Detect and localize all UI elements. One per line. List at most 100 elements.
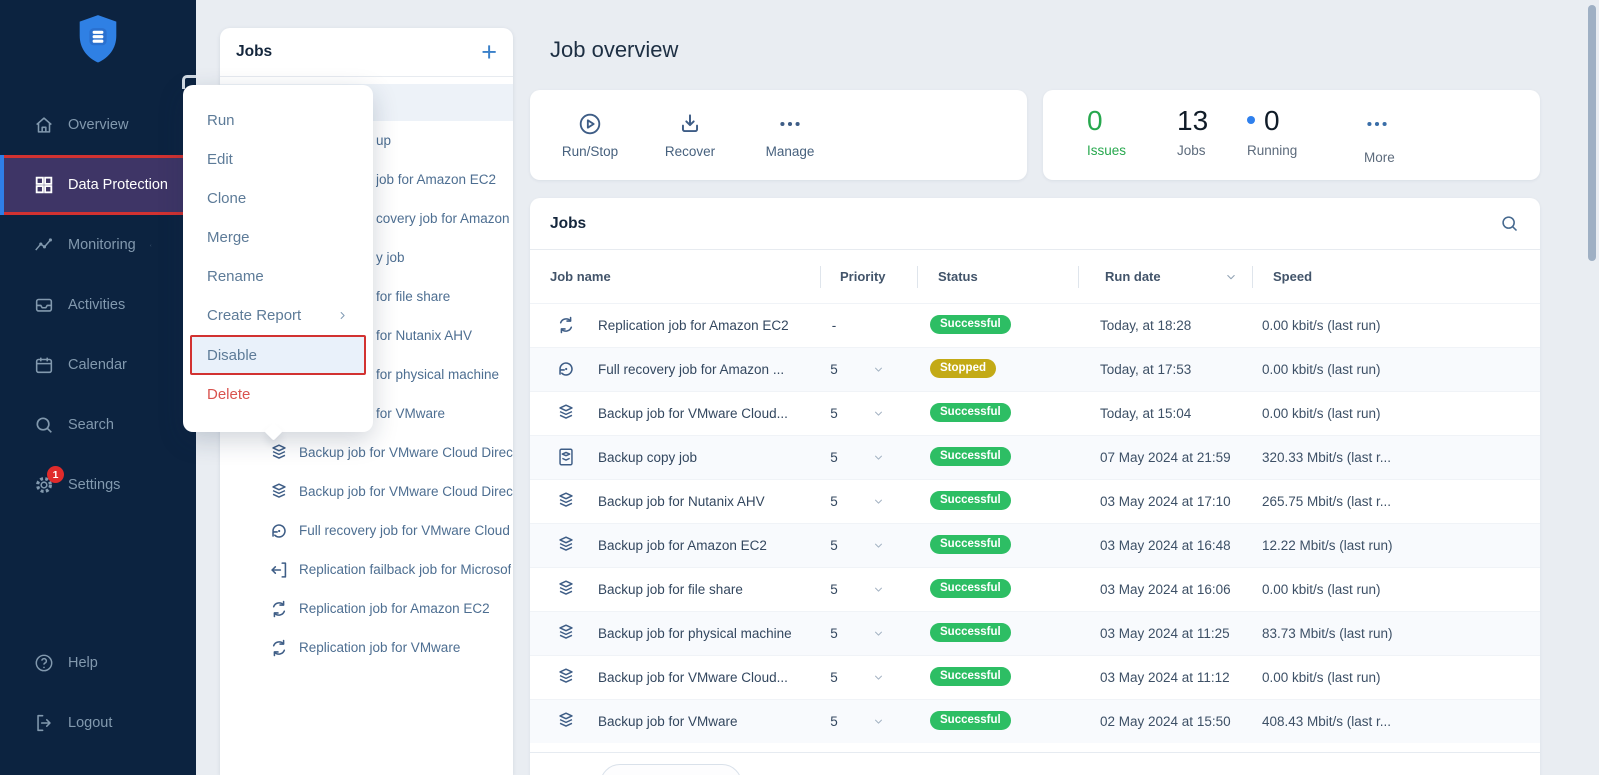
status-badge: Successful	[930, 491, 1011, 510]
menu-item-label: Rename	[207, 268, 264, 285]
backup-job-icon	[555, 622, 577, 644]
table-row[interactable]: Backup job for physical machine 5 Succes…	[530, 611, 1540, 655]
load-more-button[interactable]	[600, 764, 742, 775]
menu-item-create-report[interactable]: Create Report	[183, 296, 373, 335]
failback-job-icon	[268, 559, 290, 581]
sidebar-item-activities[interactable]: Activities	[0, 275, 196, 335]
ellipsis-icon[interactable]	[1364, 111, 1390, 137]
table-row[interactable]: Backup job for VMware Cloud... 5 Success…	[530, 655, 1540, 699]
recovery-job-icon	[268, 520, 290, 542]
app-logo	[0, 13, 196, 69]
replication-job-icon	[268, 637, 290, 659]
add-job-button[interactable]: +	[481, 42, 497, 62]
sidebar-item-settings[interactable]: Settings 1	[0, 455, 196, 515]
sidebar-item-search[interactable]: Search	[0, 395, 196, 455]
table-row[interactable]: Backup job for Amazon EC2 5 Successful 0…	[530, 523, 1540, 567]
table-row[interactable]: Full recovery job for Amazon ... 5 Stopp…	[530, 347, 1540, 391]
sidebar-item-monitoring[interactable]: Monitoring	[0, 215, 196, 275]
sidebar-item-label: Settings	[68, 477, 120, 493]
search-icon[interactable]	[1499, 213, 1520, 234]
menu-item-rename[interactable]: Rename	[183, 257, 373, 296]
priority-dropdown-chevron[interactable]	[872, 451, 885, 464]
run-stop-button[interactable]: Run/Stop	[555, 90, 625, 180]
jobs-panel-title: Jobs	[236, 43, 272, 61]
sort-direction-icon[interactable]	[1224, 270, 1238, 284]
priority-dropdown-chevron[interactable]	[872, 407, 885, 420]
menu-item-edit[interactable]: Edit	[183, 140, 373, 179]
speed-cell: 12.22 Mbit/s (last run)	[1262, 524, 1393, 567]
stat-issues: 0 Issues	[1087, 105, 1126, 158]
priority-dropdown-chevron[interactable]	[872, 539, 885, 552]
job-list-item[interactable]: Replication failback job for Microsof	[220, 550, 513, 589]
job-list-item[interactable]: Backup job for VMware Cloud Direc	[220, 433, 513, 472]
status-badge: Successful	[930, 623, 1011, 642]
recover-button[interactable]: Recover	[655, 90, 725, 180]
priority-cell: 5	[824, 612, 844, 655]
menu-item-merge[interactable]: Merge	[183, 218, 373, 257]
job-stats-card: 0 Issues 13 Jobs 0 Running More	[1043, 90, 1540, 180]
table-row[interactable]: Backup job for Nutanix AHV 5 Successful …	[530, 479, 1540, 523]
job-list-item-label: y job	[376, 250, 405, 265]
speed-cell: 0.00 kbit/s (last run)	[1262, 568, 1381, 611]
table-row[interactable]: Replication job for Amazon EC2 - Success…	[530, 303, 1540, 347]
priority-cell: -	[824, 304, 844, 347]
backup-job-icon	[555, 534, 577, 556]
column-separator	[917, 266, 918, 288]
column-separator	[1252, 266, 1253, 288]
sidebar-item-overview[interactable]: Overview	[0, 95, 196, 155]
menu-item-clone[interactable]: Clone	[183, 179, 373, 218]
stat-value	[1364, 105, 1395, 144]
priority-cell: 5	[824, 348, 844, 391]
column-header-priority[interactable]: Priority	[840, 250, 886, 303]
stat-label: Running	[1247, 143, 1297, 158]
sidebar-nav: Overview Data Protection Monitoring Acti…	[0, 95, 196, 515]
priority-cell: 5	[824, 392, 844, 435]
search-icon	[33, 414, 55, 436]
job-list-item[interactable]: Replication job for Amazon EC2	[220, 589, 513, 628]
sidebar-item-help[interactable]: Help	[0, 633, 196, 693]
table-row[interactable]: Backup job for VMware Cloud... 5 Success…	[530, 391, 1540, 435]
priority-dropdown-chevron[interactable]	[872, 671, 885, 684]
play-circle-icon	[577, 111, 603, 137]
sidebar-item-logout[interactable]: Logout	[0, 693, 196, 753]
priority-dropdown-chevron[interactable]	[872, 495, 885, 508]
grid-icon	[33, 174, 55, 196]
sidebar-item-data-protection[interactable]: Data Protection	[0, 155, 196, 215]
menu-item-delete[interactable]: Delete	[183, 375, 373, 414]
priority-dropdown-chevron[interactable]	[872, 583, 885, 596]
app-root: Overview Data Protection Monitoring Acti…	[0, 0, 1599, 775]
table-row[interactable]: Backup job for file share 5 Successful 0…	[530, 567, 1540, 611]
run-date-cell: 03 May 2024 at 17:10	[1100, 480, 1231, 523]
calendar-icon	[33, 354, 55, 376]
table-row[interactable]: Backup job for VMware 5 Successful 02 Ma…	[530, 699, 1540, 743]
manage-button[interactable]: Manage	[755, 90, 825, 180]
column-header-status[interactable]: Status	[938, 250, 978, 303]
page-scrollbar-thumb[interactable]	[1588, 5, 1596, 261]
table-row[interactable]: Backup copy job 5 Successful 07 May 2024…	[530, 435, 1540, 479]
job-list-item[interactable]: Replication job for VMware	[220, 628, 513, 667]
recovery-job-icon	[555, 358, 577, 380]
menu-item-label: Edit	[207, 151, 233, 168]
column-header-run-date[interactable]: Run date	[1105, 250, 1161, 303]
column-header-speed[interactable]: Speed	[1273, 250, 1312, 303]
job-list-item[interactable]: Backup job for VMware Cloud Direc	[220, 472, 513, 511]
speed-cell: 0.00 kbit/s (last run)	[1262, 348, 1381, 391]
menu-item-label: Create Report	[207, 307, 301, 324]
job-list-item-label: Replication job for VMware	[299, 640, 460, 655]
status-badge: Successful	[930, 447, 1011, 466]
shield-logo-icon	[72, 13, 124, 69]
sidebar-item-calendar[interactable]: Calendar	[0, 335, 196, 395]
priority-dropdown-chevron[interactable]	[872, 363, 885, 376]
menu-item-disable[interactable]: Disable	[190, 335, 366, 375]
status-badge: Successful	[930, 315, 1011, 334]
priority-dropdown-chevron[interactable]	[872, 627, 885, 640]
priority-dropdown-chevron[interactable]	[872, 715, 885, 728]
job-list-item[interactable]: Full recovery job for VMware Cloud	[220, 511, 513, 550]
stat-label: Issues	[1087, 143, 1126, 158]
copy-job-icon	[555, 446, 577, 468]
column-header-job-name[interactable]: Job name	[550, 250, 611, 303]
speed-cell: 0.00 kbit/s (last run)	[1262, 392, 1381, 435]
menu-item-run[interactable]: Run	[183, 101, 373, 140]
priority-cell: 5	[824, 436, 844, 479]
status-badge: Successful	[930, 403, 1011, 422]
